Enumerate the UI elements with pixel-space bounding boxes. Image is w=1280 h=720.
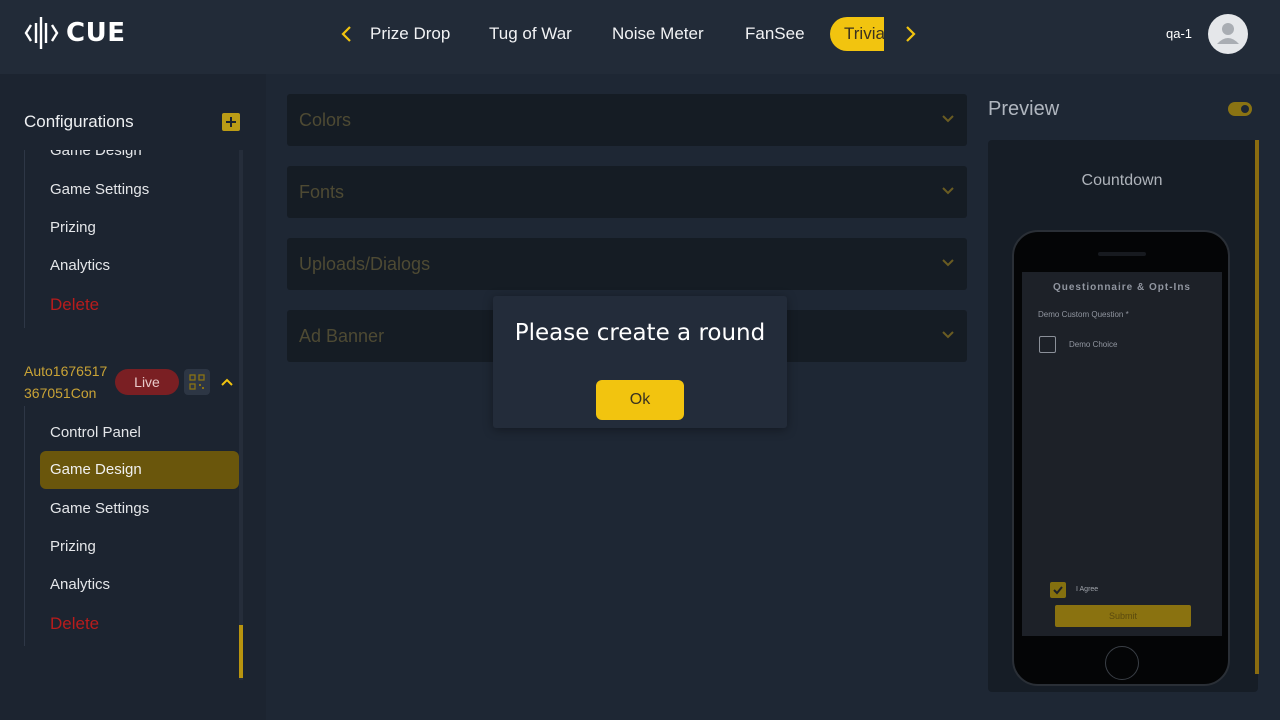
group-divider — [24, 406, 25, 646]
tab-prize-drop[interactable]: Prize Drop — [370, 17, 450, 51]
chevron-down-icon — [942, 331, 954, 339]
group-divider — [24, 150, 25, 328]
sidebar-item-control-panel[interactable]: Control Panel — [50, 424, 141, 441]
agree-label: I Agree — [1076, 586, 1099, 593]
sidebar: Configurations Game Design Game Settings… — [0, 74, 266, 720]
choice-label: Demo Choice — [1069, 340, 1118, 349]
phone-mockup: Questionnaire & Opt-Ins Demo Custom Ques… — [1012, 230, 1230, 686]
accordion-label: Ad Banner — [299, 326, 385, 346]
tab-noise-meter[interactable]: Noise Meter — [612, 17, 704, 51]
preview-panel: Countdown Questionnaire & Opt-Ins Demo C… — [988, 140, 1258, 692]
configuration-name[interactable]: Auto1676517367051Con — [24, 360, 114, 404]
user-icon — [1217, 23, 1239, 44]
questionnaire-title: Questionnaire & Opt-Ins — [1052, 282, 1191, 293]
collapse-group-button[interactable] — [218, 373, 236, 391]
qr-code-icon — [189, 374, 205, 390]
tab-trivia[interactable]: Trivia — [830, 17, 884, 51]
chevron-down-icon — [942, 187, 954, 195]
status-badge: Live — [115, 369, 179, 395]
soundwave-logo-icon — [24, 17, 59, 49]
nav-next-button[interactable] — [895, 14, 925, 54]
toggle-knob — [1241, 105, 1249, 113]
sidebar-item-analytics[interactable]: Analytics — [50, 257, 110, 274]
sidebar-item-game-settings[interactable]: Game Settings — [50, 181, 149, 198]
qr-code-button[interactable] — [184, 369, 210, 395]
agree-checkbox[interactable] — [1050, 582, 1066, 598]
sidebar-item-prizing[interactable]: Prizing — [50, 538, 96, 555]
chevron-down-icon — [942, 259, 954, 267]
chevron-left-icon — [341, 26, 351, 42]
nav-tabs: Prize Drop Tug of War Noise Meter FanSee… — [370, 14, 884, 54]
game-nav: Prize Drop Tug of War Noise Meter FanSee… — [330, 14, 920, 54]
sidebar-item-game-design[interactable]: Game Design — [50, 150, 142, 159]
preview-toggle[interactable] — [1228, 102, 1252, 116]
preview-title: Preview — [988, 98, 1060, 120]
accordion-label: Colors — [299, 110, 352, 130]
top-bar: CUE Prize Drop Tug of War Noise Meter Fa… — [0, 0, 1280, 74]
chevron-down-icon — [942, 115, 954, 123]
plus-icon — [226, 117, 236, 127]
chevron-up-icon — [221, 378, 233, 386]
chevron-right-icon — [906, 26, 916, 42]
sidebar-item-delete[interactable]: Delete — [50, 295, 99, 315]
accordion-label: Uploads/Dialogs — [299, 254, 431, 274]
accordion-colors[interactable]: Colors — [287, 94, 967, 146]
preview-scrollbar[interactable] — [1255, 140, 1259, 674]
sidebar-item-game-settings[interactable]: Game Settings — [50, 500, 149, 517]
accordion-label: Fonts — [299, 182, 345, 202]
submit-button[interactable]: Submit — [1055, 605, 1191, 627]
accordion-fonts[interactable]: Fonts — [287, 166, 967, 218]
sidebar-item-prizing[interactable]: Prizing — [50, 219, 96, 236]
nav-prev-button[interactable] — [332, 14, 362, 54]
sidebar-scrollbar-track[interactable] — [239, 150, 243, 680]
accordion-uploads-dialogs[interactable]: Uploads/Dialogs — [287, 238, 967, 290]
user-name: qa-1 — [1166, 26, 1193, 41]
phone-home-button — [1105, 646, 1139, 680]
alert-dialog: Please create a round Ok — [493, 296, 787, 428]
dialog-message: Please create a round — [514, 320, 766, 346]
logo-text: CUE — [66, 18, 126, 48]
question-label: Demo Custom Question * — [1038, 310, 1129, 319]
cue-logo[interactable]: CUE — [24, 15, 125, 51]
ok-button[interactable]: Ok — [596, 380, 684, 420]
sidebar-item-delete[interactable]: Delete — [50, 614, 99, 634]
sidebar-item-game-design-active[interactable]: Game Design — [40, 451, 239, 489]
checkmark-icon — [1053, 586, 1063, 595]
configurations-list[interactable]: Game Design Game Settings Prizing Analyt… — [24, 150, 244, 720]
tab-fansee[interactable]: FanSee — [745, 17, 805, 51]
choice-checkbox[interactable] — [1039, 336, 1056, 353]
avatar[interactable] — [1208, 14, 1248, 54]
sidebar-scrollbar-thumb[interactable] — [239, 625, 243, 678]
add-configuration-button[interactable] — [222, 113, 240, 131]
tab-tug-of-war[interactable]: Tug of War — [489, 17, 572, 51]
configurations-title: Configurations — [24, 112, 134, 131]
preview-screen-label: Countdown — [1081, 172, 1163, 189]
sidebar-item-analytics[interactable]: Analytics — [50, 576, 110, 593]
phone-speaker — [1098, 252, 1146, 256]
phone-screen: Questionnaire & Opt-Ins Demo Custom Ques… — [1022, 272, 1222, 636]
